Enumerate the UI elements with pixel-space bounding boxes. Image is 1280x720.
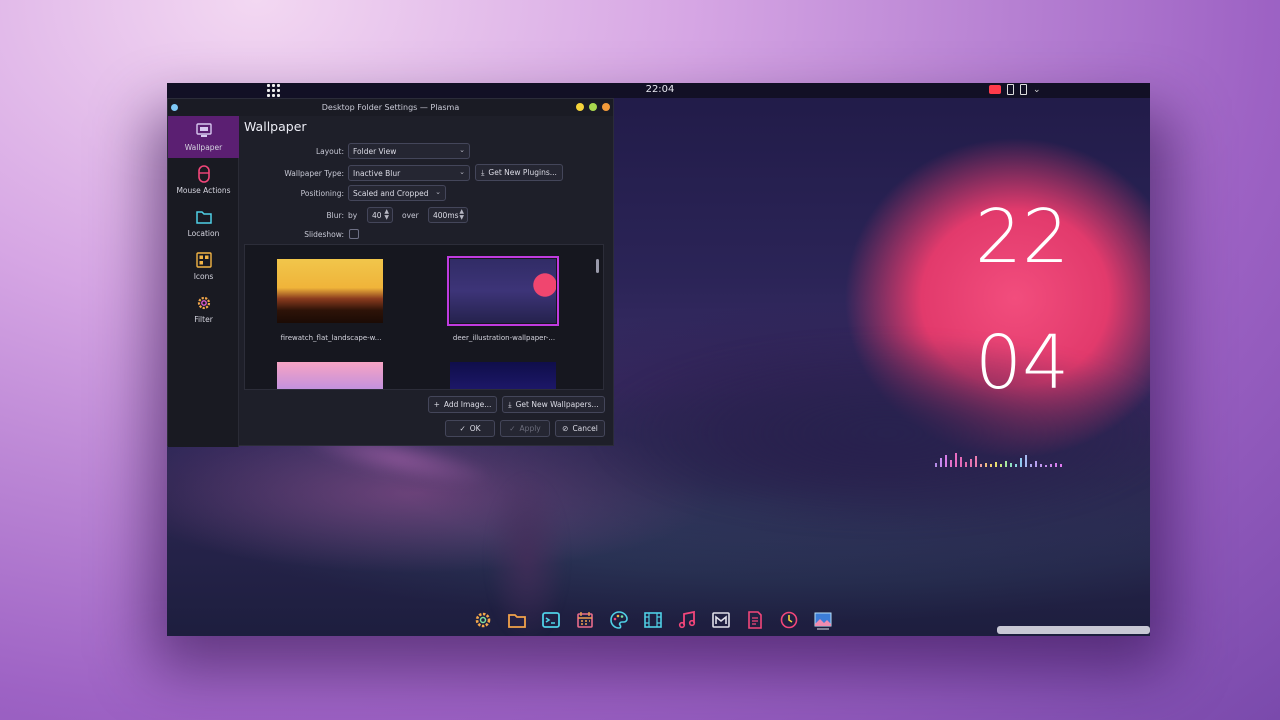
document-icon[interactable]	[744, 609, 766, 631]
cancel-icon: ⊘	[562, 424, 569, 433]
image-icon[interactable]	[812, 609, 834, 631]
sidebar-item-label: Location	[187, 229, 220, 238]
dock	[472, 609, 834, 631]
get-new-wallpapers-label: Get New Wallpapers...	[515, 400, 599, 409]
music-icon[interactable]	[676, 609, 698, 631]
spin-arrows-icon[interactable]: ▲ ▼	[459, 209, 464, 221]
check-icon: ✓	[509, 424, 516, 433]
sidebar-item-location[interactable]: Location	[168, 202, 239, 244]
get-new-wallpapers-button[interactable]: ⤓ Get New Wallpapers...	[502, 396, 605, 413]
palette-icon[interactable]	[608, 609, 630, 631]
close-button[interactable]	[602, 103, 610, 111]
chevron-down-icon: ⌄	[435, 188, 441, 196]
sidebar-item-mouse-actions[interactable]: Mouse Actions	[168, 159, 239, 201]
window-title: Desktop Folder Settings — Plasma	[321, 103, 460, 112]
chevron-down-icon[interactable]: ⌄	[1033, 85, 1041, 95]
icons-grid-icon	[195, 252, 212, 268]
blur-over-label: over	[402, 211, 419, 220]
wallpaper-caption: firewatch_flat_landscape-w...	[280, 334, 382, 342]
positioning-value: Scaled and Cropped	[353, 189, 429, 198]
apply-button[interactable]: ✓ Apply	[500, 420, 550, 437]
blur-duration-spinbox[interactable]: 400ms ▲ ▼	[428, 207, 468, 223]
positioning-select[interactable]: Scaled and Cropped ⌄	[348, 185, 446, 201]
download-icon: ⤓	[508, 399, 512, 409]
minimize-button[interactable]	[576, 103, 584, 111]
app-launcher-icon[interactable]	[267, 84, 281, 97]
plus-icon: +	[433, 400, 440, 409]
system-tray: ⌄	[989, 84, 1041, 95]
chevron-down-icon: ⌄	[459, 168, 465, 176]
cancel-button[interactable]: ⊘ Cancel	[555, 420, 605, 437]
video-icon[interactable]	[642, 609, 664, 631]
sidebar-item-filter[interactable]: Filter	[168, 288, 239, 330]
settings-window: Desktop Folder Settings — Plasma Wallpap…	[167, 98, 614, 447]
top-panel: 22:04 ⌄	[167, 83, 1150, 98]
panel-clock[interactable]: 22:04	[645, 84, 675, 95]
slideshow-checkbox[interactable]	[349, 229, 359, 239]
check-icon: ✓	[459, 424, 466, 433]
filter-gear-icon	[197, 296, 210, 310]
clock-icon[interactable]	[778, 609, 800, 631]
layout-label: Layout:	[315, 147, 344, 156]
folder-icon[interactable]	[506, 609, 528, 631]
positioning-label: Positioning:	[300, 189, 344, 198]
ok-button[interactable]: ✓ OK	[445, 420, 495, 437]
layout-value: Folder View	[353, 147, 397, 156]
desktop-clock-minutes: 04	[975, 320, 1070, 406]
calendar-icon[interactable]	[574, 609, 596, 631]
wallpaper-preview	[450, 362, 556, 389]
slideshow-label: Slideshow:	[304, 230, 344, 239]
page-title: Wallpaper	[244, 119, 307, 134]
wallpaper-preview	[277, 259, 383, 323]
terminal-icon[interactable]	[540, 609, 562, 631]
window-titlebar[interactable]: Desktop Folder Settings — Plasma	[168, 99, 613, 116]
wallpaper-preview	[447, 256, 559, 326]
settings-gear-icon[interactable]	[472, 609, 494, 631]
blur-duration-value: 400ms	[433, 211, 459, 220]
sidebar-item-icons[interactable]: Icons	[168, 245, 239, 287]
wallpaper-preview	[277, 362, 383, 389]
sidebar-item-label: Wallpaper	[184, 143, 223, 152]
cancel-label: Cancel	[572, 424, 598, 433]
get-new-plugins-label: Get New Plugins...	[488, 168, 557, 177]
wallpaper-type-label: Wallpaper Type:	[284, 169, 344, 178]
phone-icon[interactable]	[1020, 84, 1027, 95]
desktop-screen: 22:04 ⌄ 22 04 Desktop Folder Settings — …	[167, 83, 1150, 636]
apply-label: Apply	[519, 424, 541, 433]
blur-label: Blur:	[326, 211, 344, 220]
sidebar-item-label: Mouse Actions	[176, 186, 231, 195]
screen-record-icon[interactable]	[989, 85, 1001, 94]
mail-icon[interactable]	[710, 609, 732, 631]
settings-sidebar: Wallpaper Mouse Actions Location Icons F…	[168, 116, 239, 447]
blur-amount-value: 40	[372, 211, 382, 220]
blur-by-label: by	[348, 211, 358, 220]
download-icon: ⤓	[481, 167, 485, 177]
layout-select[interactable]: Folder View ⌄	[348, 143, 470, 159]
audio-visualizer	[935, 445, 1062, 467]
desktop-clock-hours: 22	[975, 194, 1070, 280]
ok-label: OK	[469, 424, 481, 433]
blur-amount-spinbox[interactable]: 40 ▲ ▼	[367, 207, 393, 223]
folder-icon	[195, 211, 212, 224]
clipboard-icon[interactable]	[1007, 84, 1014, 95]
wallpaper-gallery: firewatch_flat_landscape-w... deer_illus…	[244, 244, 604, 390]
wallpaper-type-value: Inactive Blur	[353, 169, 401, 178]
settings-content: Wallpaper Layout: Folder View ⌄ Wallpape…	[240, 116, 613, 447]
sidebar-item-label: Icons	[193, 272, 214, 281]
notification-bar[interactable]	[997, 626, 1150, 634]
chevron-down-icon: ⌄	[459, 146, 465, 154]
add-image-button[interactable]: + Add Image...	[428, 396, 497, 413]
monitor-icon	[195, 123, 212, 137]
maximize-button[interactable]	[589, 103, 597, 111]
mouse-icon	[197, 165, 210, 183]
sidebar-item-wallpaper[interactable]: Wallpaper	[168, 116, 239, 158]
spin-arrows-icon[interactable]: ▲ ▼	[384, 209, 389, 221]
wallpaper-type-select[interactable]: Inactive Blur ⌄	[348, 165, 470, 181]
add-image-label: Add Image...	[443, 400, 492, 409]
get-new-plugins-button[interactable]: ⤓ Get New Plugins...	[475, 164, 563, 181]
gallery-scrollbar[interactable]	[596, 259, 599, 273]
wallpaper-caption: deer_illustration-wallpaper-...	[452, 334, 556, 342]
sidebar-item-label: Filter	[194, 315, 213, 324]
